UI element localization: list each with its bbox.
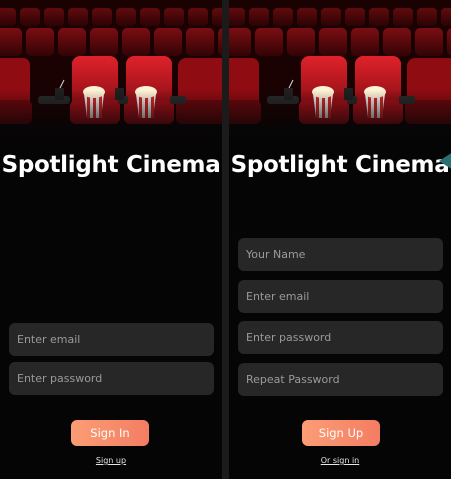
password-field[interactable] [238,321,443,354]
sign-in-button[interactable]: Sign In [71,420,149,446]
sign-up-link[interactable]: Sign up [0,456,222,465]
email-field[interactable] [238,280,443,313]
repeat-password-field[interactable] [238,363,443,396]
hero-fade [229,90,451,150]
hero-fade [0,90,222,150]
name-field[interactable] [238,238,443,271]
sign-in-link[interactable]: Or sign in [229,456,451,465]
sign-in-screen: Spotlight Cinema Sign In Sign up [0,0,222,479]
sign-up-button[interactable]: Sign Up [302,420,380,446]
partial-edge-icon [439,153,451,169]
screen-divider [222,0,229,479]
app-title: Spotlight Cinema [230,152,450,178]
cinema-hero-image [229,0,451,150]
sign-up-screen: Spotlight Cinema Sign Up Or sign in [229,0,451,479]
email-field[interactable] [9,323,214,356]
cinema-hero-image [0,0,222,150]
app-title: Spotlight Cinema [1,152,221,178]
password-field[interactable] [9,362,214,395]
